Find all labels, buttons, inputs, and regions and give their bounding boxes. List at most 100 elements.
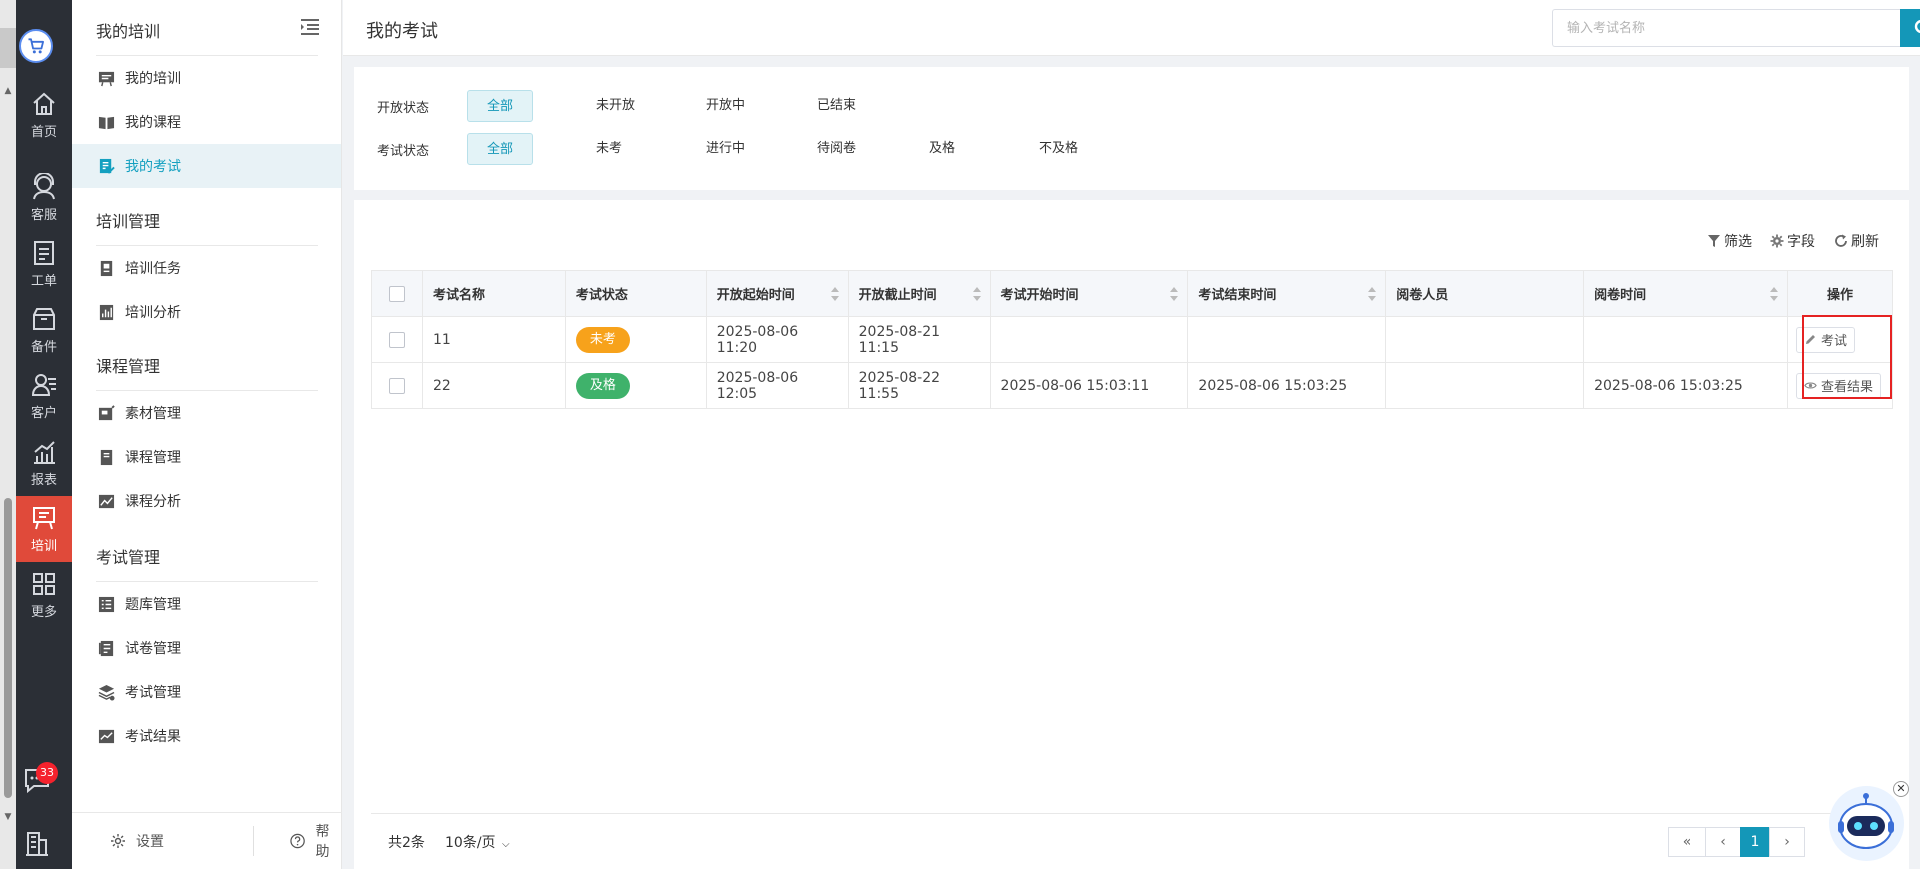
row-checkbox[interactable]: [388, 377, 405, 394]
sort-icon[interactable]: [830, 285, 840, 303]
sort-icon[interactable]: [1367, 285, 1377, 303]
column-header-name: 考试名称: [421, 270, 566, 317]
column-header-grade-time[interactable]: 阅卷时间: [1583, 270, 1788, 317]
open-end-cell: 2025-08-22 11:55: [847, 362, 991, 409]
exam-table: 考试名称 考试状态 开放起始时间 开放截止时间 考试开始时间 考试结束时间 阅卷…: [371, 270, 1894, 409]
sidebar-header: 我的培训: [72, 0, 342, 56]
sidebar-item-label: 题库管理: [125, 597, 181, 613]
settings-button[interactable]: 设置: [110, 831, 253, 851]
collapse-menu-icon[interactable]: [300, 18, 320, 36]
row-select-cell: [371, 316, 423, 363]
exam-filter-pending-review[interactable]: 待阅卷: [807, 133, 866, 165]
rail-item-home[interactable]: 首页: [16, 82, 72, 148]
rail-item-customer[interactable]: 客户: [16, 363, 72, 429]
exam-name-cell: 22: [421, 362, 566, 409]
page-size-select[interactable]: 10条/页 ⌵: [445, 832, 510, 852]
sidebar-item-material[interactable]: 素材管理: [72, 391, 341, 435]
filter-tool-label: 筛选: [1724, 234, 1752, 250]
exam-filter-all[interactable]: 全部: [467, 133, 533, 165]
column-label: 阅卷时间: [1594, 288, 1647, 303]
column-label: 考试名称: [432, 288, 485, 303]
sidebar-item-exam-manage[interactable]: 考试管理: [72, 670, 341, 714]
company-button[interactable]: [22, 828, 52, 858]
sidebar-item-my-courses[interactable]: 我的课程: [72, 100, 341, 144]
sidebar-item-course-manage[interactable]: 课程管理: [72, 435, 341, 479]
scroll-up-icon[interactable]: ▲: [2, 86, 14, 96]
sidebar-item-my-training[interactable]: 我的培训: [72, 56, 341, 100]
next-page-button[interactable]: ›: [1769, 827, 1805, 857]
row-select-cell: [371, 362, 423, 409]
exam-filter-not-taken[interactable]: 未考: [586, 133, 632, 165]
sort-icon[interactable]: [1169, 285, 1179, 303]
sidebar-item-my-exams[interactable]: 我的考试: [72, 144, 341, 188]
help-button[interactable]: 帮助: [290, 821, 342, 861]
row-checkbox[interactable]: [388, 331, 405, 348]
page-size-label: 10条/页: [445, 835, 496, 851]
rail-item-training[interactable]: 培训: [16, 496, 72, 562]
search-icon: [1914, 19, 1920, 34]
sidebar-item-training-analysis[interactable]: 培训分析: [72, 290, 341, 334]
search-button[interactable]: [1900, 9, 1920, 47]
scrollbar-thumb[interactable]: [4, 498, 12, 798]
refresh-label: 刷新: [1851, 234, 1879, 250]
app-logo[interactable]: [19, 29, 53, 63]
exam-end-cell: 2025-08-06 15:03:25: [1187, 362, 1387, 409]
exam-start-cell: 2025-08-06 15:03:11: [989, 362, 1189, 409]
exam-filter-passed[interactable]: 及格: [919, 133, 965, 165]
sort-icon[interactable]: [972, 285, 982, 303]
scroll-down-icon[interactable]: ▼: [2, 812, 14, 822]
cart-icon: [28, 38, 44, 54]
sort-icon[interactable]: [1769, 285, 1779, 303]
rail-item-parts[interactable]: 备件: [16, 297, 72, 363]
open-filter-not-open[interactable]: 未开放: [586, 90, 645, 122]
filter-tool-button[interactable]: 筛选: [1707, 231, 1752, 251]
column-header-open-start[interactable]: 开放起始时间: [705, 270, 849, 317]
column-header-grader: 阅卷人员: [1385, 270, 1585, 317]
rail-label: 客户: [30, 406, 57, 421]
page-number-button[interactable]: 1: [1740, 827, 1770, 857]
search-input[interactable]: [1552, 9, 1900, 47]
rail-item-report[interactable]: 报表: [16, 430, 72, 496]
filter-panel: 开放状态 全部 未开放 开放中 已结束 考试状态 全部 未考 进行中 待阅卷 及…: [354, 67, 1909, 190]
column-header-exam-start[interactable]: 考试开始时间: [989, 270, 1189, 317]
rail-tab: [0, 28, 16, 68]
exam-filter-failed[interactable]: 不及格: [1029, 133, 1088, 165]
column-label: 开放截止时间: [858, 288, 937, 303]
table-row[interactable]: 22 及格 2025-08-06 12:05 2025-08-22 11:55 …: [371, 362, 1894, 409]
sidebar-item-question-bank[interactable]: 题库管理: [72, 582, 341, 626]
prev-page-button[interactable]: ‹: [1705, 827, 1741, 857]
rail-scrollbar[interactable]: ▲ ▼: [0, 0, 16, 869]
rail-item-ticket[interactable]: 工单: [16, 231, 72, 297]
sidebar-item-paper-manage[interactable]: 试卷管理: [72, 626, 341, 670]
assistant-robot-button[interactable]: [1829, 786, 1904, 861]
refresh-button[interactable]: 刷新: [1834, 231, 1879, 251]
column-header-open-end[interactable]: 开放截止时间: [847, 270, 991, 317]
sidebar-item-training-tasks[interactable]: 培训任务: [72, 246, 341, 290]
rail-label: 更多: [30, 605, 57, 620]
open-filter-ended[interactable]: 已结束: [807, 90, 866, 122]
fields-tool-button[interactable]: 字段: [1770, 231, 1815, 251]
column-header-exam-end[interactable]: 考试结束时间: [1187, 270, 1387, 317]
rail-item-more[interactable]: 更多: [16, 562, 72, 628]
first-page-button[interactable]: «: [1668, 827, 1706, 857]
sidebar-item-course-analysis[interactable]: 课程分析: [72, 479, 341, 523]
table-row[interactable]: 11 未考 2025-08-06 11:20 2025-08-21 11:15 …: [371, 316, 1894, 363]
sidebar-item-label: 考试结果: [125, 729, 181, 745]
gear-icon: [111, 834, 125, 848]
sidebar-item-exam-results[interactable]: 考试结果: [72, 714, 341, 758]
page-title: 我的考试: [366, 21, 438, 42]
total-count: 共2条: [388, 835, 425, 851]
open-filter-open[interactable]: 开放中: [696, 90, 755, 122]
training-board-icon: [98, 71, 115, 86]
close-icon[interactable]: ✕: [1893, 781, 1909, 797]
open-filter-all[interactable]: 全部: [467, 90, 533, 122]
exam-start-cell: [989, 316, 1189, 363]
select-all-checkbox[interactable]: [388, 285, 405, 302]
rail-item-service[interactable]: 客服: [16, 165, 72, 231]
column-label: 考试结束时间: [1198, 288, 1277, 303]
book-icon: [98, 116, 115, 129]
column-header-status: 考试状态: [564, 270, 707, 317]
exam-filter-in-progress[interactable]: 进行中: [696, 133, 755, 165]
box-icon: [33, 308, 55, 330]
group-title-training: 培训管理: [96, 212, 161, 231]
